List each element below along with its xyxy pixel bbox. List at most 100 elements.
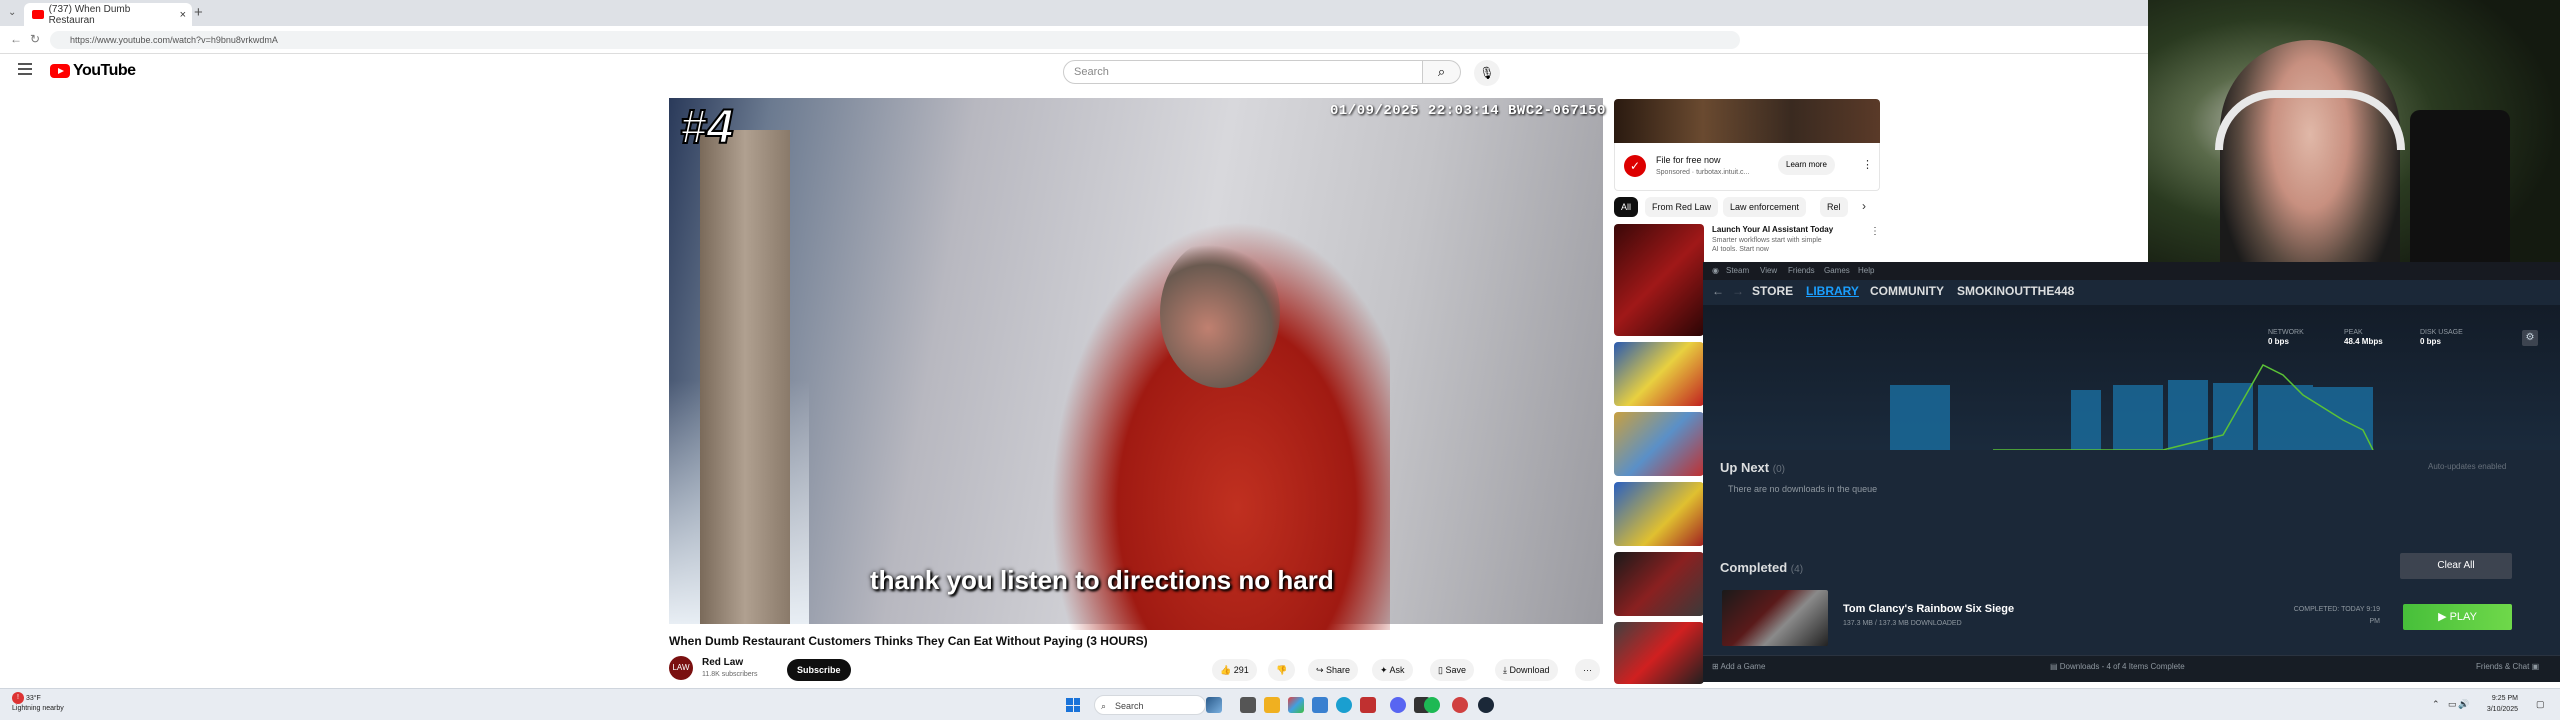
suggested-video-thumb-4[interactable] xyxy=(1614,482,1704,546)
save-label: Save xyxy=(1445,665,1466,675)
weather-widget[interactable]: ! 33°F Lightning nearby xyxy=(12,692,64,713)
downloads-status[interactable]: ▤ Downloads - 4 of 4 Items Complete xyxy=(2050,662,2185,671)
chip-related[interactable]: Rel xyxy=(1820,197,1848,217)
voice-search-button[interactable]: 🎙 xyxy=(1474,60,1500,86)
chip-law-enforcement[interactable]: Law enforcement xyxy=(1723,197,1807,217)
chip-from-red-law[interactable]: From Red Law xyxy=(1645,197,1719,217)
completed-heading: Completed (4) xyxy=(1720,560,1803,575)
reload-icon[interactable]: ↻ xyxy=(30,32,40,46)
steam-nav-community[interactable]: COMMUNITY xyxy=(1870,284,1944,298)
more-actions-button[interactable]: ··· xyxy=(1575,659,1600,681)
ad-card[interactable] xyxy=(1614,143,1880,191)
new-tab-icon[interactable]: + xyxy=(194,4,203,21)
like-button[interactable]: 👍 291 xyxy=(1212,659,1257,681)
windows-start-icon[interactable] xyxy=(1066,698,1080,712)
widget-scene-icon[interactable] xyxy=(1206,697,1222,713)
back-arrow-icon[interactable]: ← xyxy=(10,32,22,46)
peak-label: PEAK xyxy=(2344,329,2363,336)
download-label: Download xyxy=(1509,665,1550,675)
microphone-icon: 🎙 xyxy=(1479,66,1495,80)
suggested-video-title[interactable]: Launch Your AI Assistant Today xyxy=(1712,225,1833,234)
steam-menu-steam[interactable]: Steam xyxy=(1726,266,1749,275)
ad-menu-icon[interactable]: ⋮ xyxy=(1862,158,1873,171)
suggested-video-thumb-5[interactable] xyxy=(1614,552,1704,616)
share-button[interactable]: ↪ Share xyxy=(1308,659,1359,681)
search-button[interactable]: ⌕ xyxy=(1423,60,1461,84)
disk-value: 0 bps xyxy=(2420,337,2441,346)
suggested-video-thumb-1[interactable] xyxy=(1614,224,1704,336)
network-stat: NETWORK 0 bps xyxy=(2268,328,2304,347)
ask-button[interactable]: ✦ Ask xyxy=(1372,659,1413,681)
steam-back-icon[interactable]: ← xyxy=(1712,284,1724,298)
game-thumbnail[interactable] xyxy=(1722,590,1828,646)
dislike-button[interactable]: 👎 xyxy=(1268,659,1296,681)
search-input[interactable]: Search xyxy=(1063,60,1423,84)
copilot-icon[interactable] xyxy=(1288,697,1304,713)
thumbs-up-icon: 👍 xyxy=(1220,665,1234,675)
add-game-button[interactable]: ⊞ Add a Game xyxy=(1712,662,1765,671)
download-button[interactable]: ⤓ Download xyxy=(1495,659,1558,681)
steam-menu-friends[interactable]: Friends xyxy=(1788,266,1815,275)
app-icon-red[interactable] xyxy=(1360,697,1376,713)
downloads-icon: ▤ xyxy=(2050,662,2060,671)
chat-icon: ▣ xyxy=(2529,662,2540,671)
chevron-right-icon[interactable]: › xyxy=(1862,199,1866,213)
discord-icon[interactable] xyxy=(1390,697,1406,713)
browser-tab-bar xyxy=(0,0,2148,26)
clear-all-button[interactable]: Clear All xyxy=(2400,553,2512,579)
chrome-icon[interactable] xyxy=(1336,697,1352,713)
video-person-head xyxy=(1160,238,1280,388)
chip-all[interactable]: All xyxy=(1614,197,1639,217)
tray-chevron-icon[interactable]: ⌃ xyxy=(2432,699,2440,710)
completed-time: COMPLETED: TODAY 9:19 PM xyxy=(2260,604,2380,628)
save-button[interactable]: ▯ Save xyxy=(1430,659,1474,681)
close-tab-icon[interactable]: × xyxy=(180,9,186,21)
notification-icon[interactable]: ▢ xyxy=(2536,699,2545,710)
channel-name[interactable]: Red Law xyxy=(702,657,743,668)
browser-tab-youtube[interactable]: (737) When Dumb Restauran × xyxy=(24,3,192,26)
task-view-icon[interactable] xyxy=(1240,697,1256,713)
taskbar-search[interactable]: ⌕ Search xyxy=(1094,695,1206,715)
steam-menu-games[interactable]: Games xyxy=(1824,266,1850,275)
channel-avatar[interactable]: LAW xyxy=(669,656,693,680)
steam-taskbar-icon[interactable] xyxy=(1478,697,1494,713)
file-explorer-icon[interactable] xyxy=(1264,697,1280,713)
share-label: Share xyxy=(1326,665,1351,675)
youtube-logo[interactable]: YouTube xyxy=(50,62,136,80)
suggested-video-thumb-3[interactable] xyxy=(1614,412,1704,476)
network-icon[interactable]: ▭ xyxy=(2448,699,2457,710)
tab-list-icon[interactable]: ⌄ xyxy=(8,7,16,18)
url-field[interactable]: https://www.youtube.com/watch?v=h9bnu8vr… xyxy=(50,31,1740,49)
steam-logo-icon[interactable]: ◉ xyxy=(1712,266,1719,275)
spotify-icon[interactable] xyxy=(1424,697,1440,713)
auto-updates-status[interactable]: Auto-updates enabled xyxy=(2428,462,2506,471)
app-icon-red-round[interactable] xyxy=(1452,697,1468,713)
subscribe-button[interactable]: Subscribe xyxy=(787,659,851,681)
tab-title: (737) When Dumb Restauran xyxy=(48,3,131,26)
turbotax-check-icon: ✓ xyxy=(1624,155,1646,177)
youtube-play-icon xyxy=(50,64,70,78)
youtube-favicon-icon xyxy=(32,10,44,19)
gear-icon[interactable]: ⚙ xyxy=(2522,330,2538,346)
steam-nav-library[interactable]: LIBRARY xyxy=(1806,284,1859,298)
taskbar-clock[interactable]: 9:25 PM 3/10/2025 xyxy=(2468,693,2518,715)
game-name[interactable]: Tom Clancy's Rainbow Six Siege xyxy=(1843,603,2014,615)
suggested-video-thumb-6[interactable] xyxy=(1614,622,1704,684)
edge-icon[interactable] xyxy=(1312,697,1328,713)
completed-count: (4) xyxy=(1790,564,1804,575)
steam-forward-icon[interactable]: → xyxy=(1732,284,1744,298)
steam-menu-view[interactable]: View xyxy=(1760,266,1777,275)
steam-nav-store[interactable]: STORE xyxy=(1752,284,1793,298)
play-button[interactable]: ▶ PLAY xyxy=(2403,604,2512,630)
steam-menu-help[interactable]: Help xyxy=(1858,266,1874,275)
suggested-video-thumb-2[interactable] xyxy=(1614,342,1704,406)
taskbar-search-label: Search xyxy=(1115,701,1144,711)
steam-nav-profile[interactable]: SMOKINOUTTHE448 xyxy=(1957,284,2074,298)
up-next-count: (0) xyxy=(1772,464,1785,475)
hamburger-menu-icon[interactable] xyxy=(18,63,32,78)
learn-more-button[interactable]: Learn more xyxy=(1778,155,1835,175)
suggestion-menu-icon[interactable]: ⋮ xyxy=(1870,226,1880,237)
friends-chat-button[interactable]: Friends & Chat ▣ xyxy=(2476,662,2539,671)
download-graph xyxy=(1703,305,2560,451)
ad-banner-image[interactable] xyxy=(1614,99,1880,143)
